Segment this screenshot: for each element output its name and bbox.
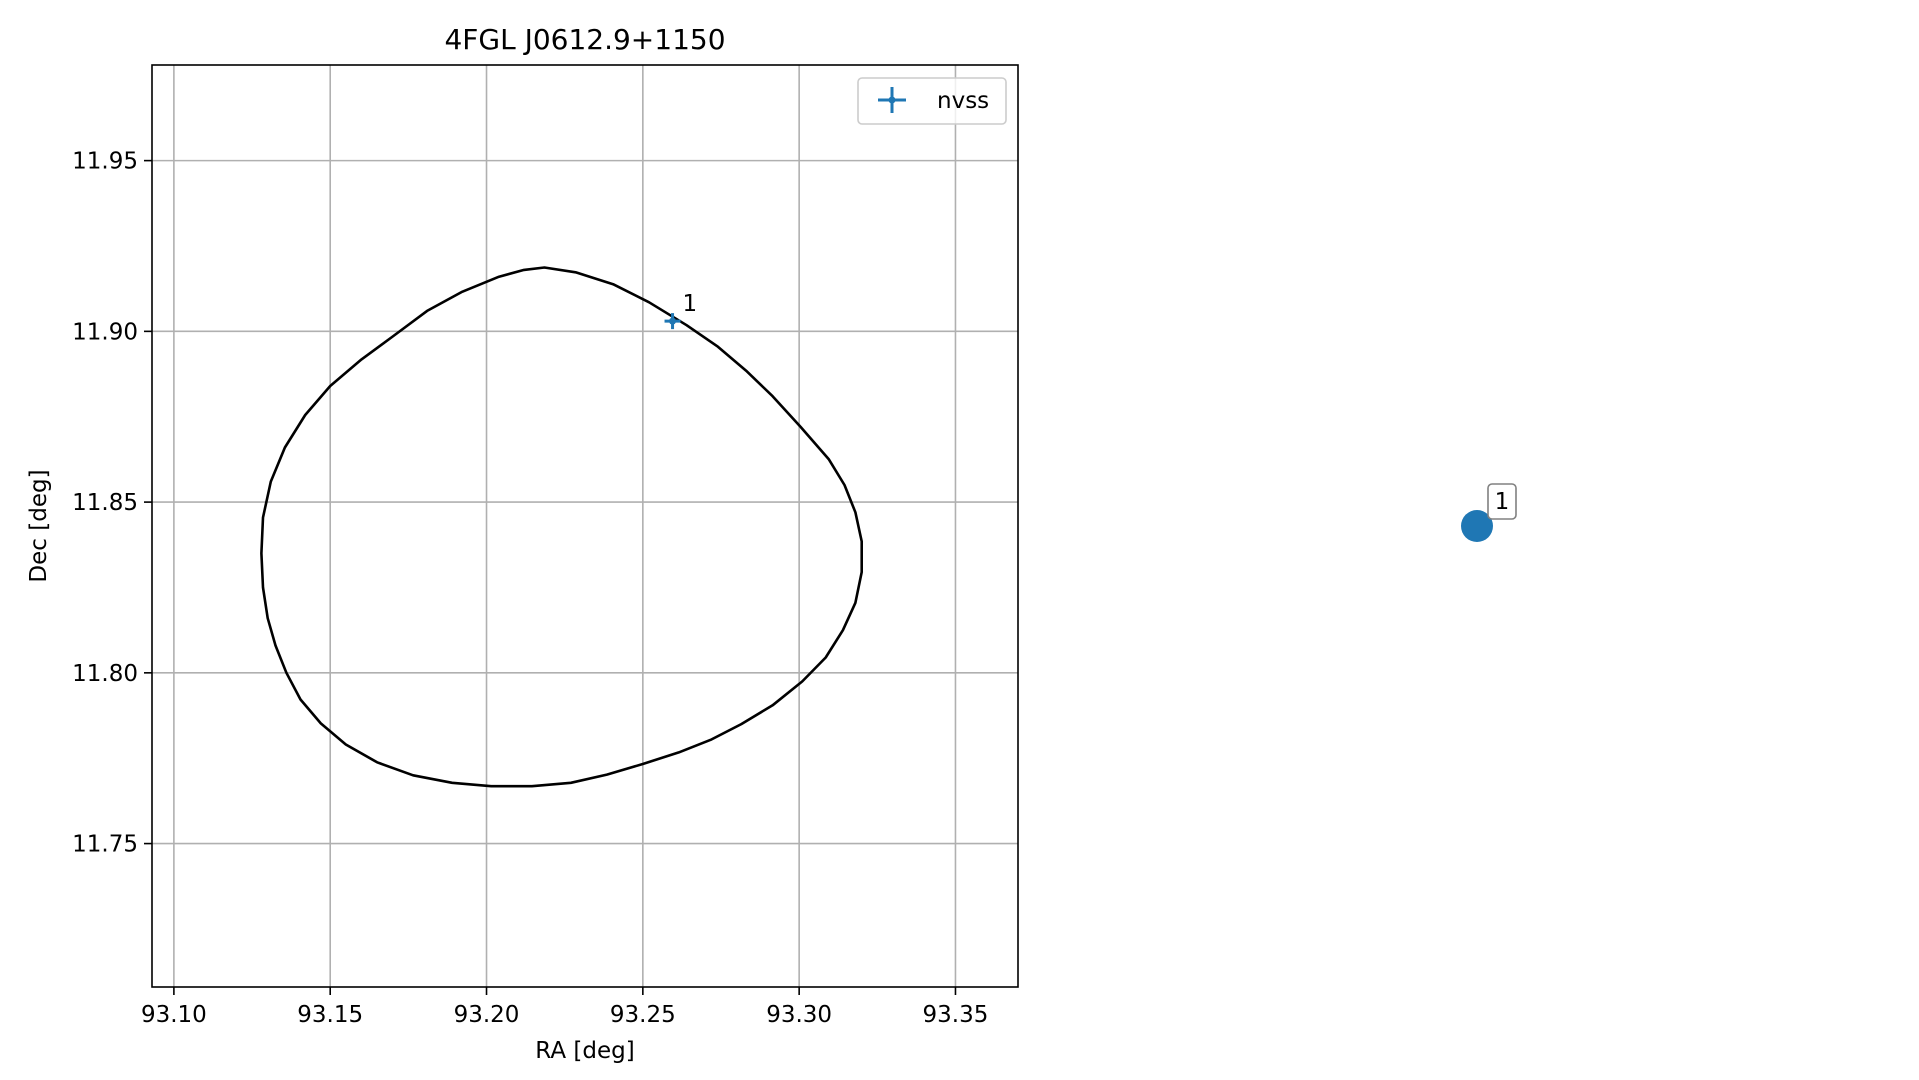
y-tick-label: 11.95: [72, 149, 138, 175]
y-tick-label: 11.90: [72, 319, 138, 345]
x-tick-label: 93.10: [141, 1002, 207, 1028]
x-tick-label: 93.15: [297, 1002, 363, 1028]
y-tick-label: 11.75: [72, 832, 138, 858]
y-tick-label: 11.80: [72, 661, 138, 687]
x-tick-label: 93.35: [923, 1002, 989, 1028]
y-axis-label: Dec [deg]: [26, 469, 52, 582]
y-tick-label: 11.85: [72, 490, 138, 516]
data-point-label: 1: [683, 291, 698, 317]
figure: 4FGL J0612.9+1150 1 93.10 93.15 93.20 93.25…: [0, 0, 1919, 1080]
x-axis-label: RA [deg]: [535, 1038, 634, 1064]
data-point-marker: [669, 317, 677, 325]
source-marker-label: 1: [1495, 489, 1510, 515]
x-tick-label: 93.30: [766, 1002, 832, 1028]
chart-title: 4FGL J0612.9+1150: [444, 23, 725, 56]
legend: nvss: [857, 77, 1007, 125]
legend-label-nvss: nvss: [937, 88, 989, 114]
legend-marker-dot: [888, 96, 896, 104]
x-tick-label: 93.25: [610, 1002, 676, 1028]
figure-background: [0, 0, 1919, 1080]
x-tick-label: 93.20: [454, 1002, 520, 1028]
